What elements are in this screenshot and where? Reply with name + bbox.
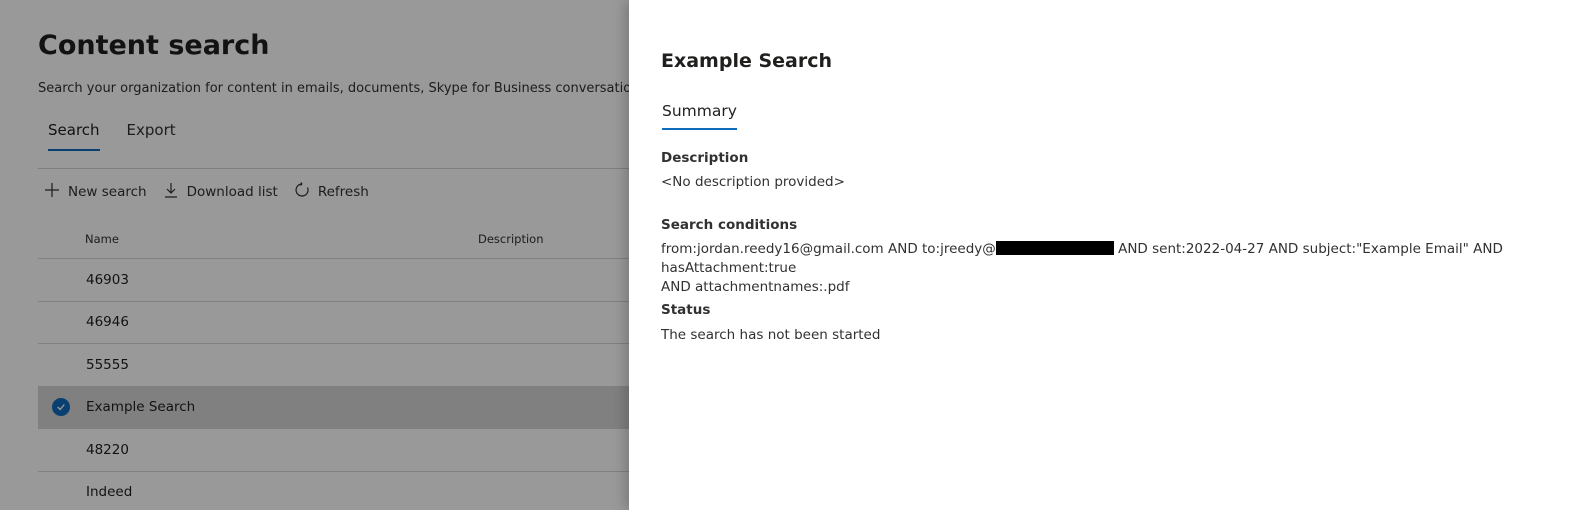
search-conditions-label: Search conditions: [661, 217, 798, 233]
panel-title: Example Search: [661, 50, 833, 72]
conditions-text-3: AND attachmentnames:.pdf: [661, 279, 850, 295]
description-label: Description: [661, 150, 749, 166]
redacted-block: [995, 241, 1114, 255]
details-panel: Example Search Summary Description <No d…: [629, 0, 1592, 510]
conditions-text-1: from:jordan.reedy16@gmail.com AND to:jre…: [661, 241, 996, 257]
description-value: <No description provided>: [661, 174, 845, 190]
status-label: Status: [661, 302, 711, 318]
status-value: The search has not been started: [661, 327, 881, 343]
tab-summary[interactable]: Summary: [662, 102, 737, 130]
search-conditions-value: from:jordan.reedy16@gmail.com AND to:jre…: [661, 240, 1576, 297]
